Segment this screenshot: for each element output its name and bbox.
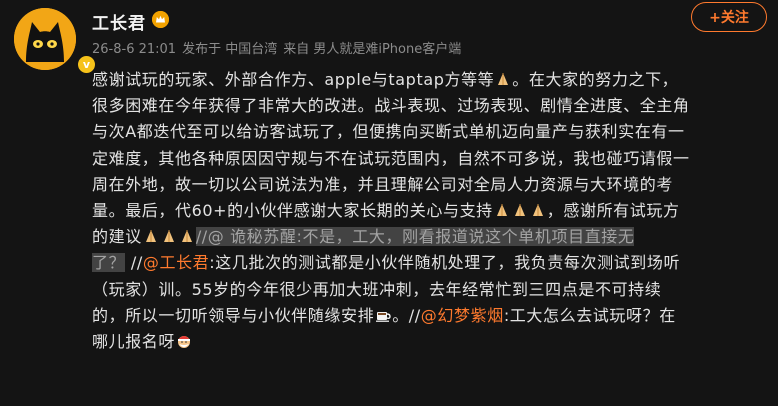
content-text: 的建议 [92, 227, 142, 247]
content-text: :工大怎么去试玩呀？在 [503, 305, 676, 325]
avatar[interactable]: v [14, 8, 97, 75]
post-location: 发布于 中国台湾 [182, 42, 278, 57]
mention-link[interactable]: @幻梦紫烟 [421, 306, 504, 325]
content-line: 哪儿报名呀 [92, 329, 773, 355]
content-text: 很多困难在今年获得了非常大的改进。战斗表现、过场表现、剧情全进度、全主角 [92, 96, 690, 116]
content-text: 哪儿报名呀 [92, 331, 176, 351]
quote-text: 了？ [92, 253, 126, 273]
content-text: // [130, 253, 143, 273]
post-datetime[interactable]: 26-8-6 21:01 [92, 42, 176, 57]
folded-hands-emoji-icon [179, 228, 195, 244]
quote-text: //@ 诡秘苏醒:不是，工大，刚看报道说这个单机项目直接无 [195, 227, 635, 247]
content-text: （玩家）训。55岁的今年很少再加大班冲刺，去年经常忙到三四点是不可持续 [92, 279, 662, 299]
crown-icon [152, 11, 169, 28]
content-text: 感谢试玩的玩家、外部合作方、apple与taptap方等等 [92, 70, 495, 89]
folded-hands-emoji-icon [512, 202, 528, 218]
content-text: 与次A都迭代至可以给访客试玩了，但便携向买断式单机迈向量产与获利实在有一 [92, 122, 685, 142]
folded-hands-emoji-icon [495, 71, 511, 87]
mention-link[interactable]: @工长君 [143, 253, 209, 272]
content-line: 与次A都迭代至可以给访客试玩了，但便携向买断式单机迈向量产与获利实在有一 [92, 119, 773, 145]
folded-hands-emoji-icon [143, 228, 159, 244]
content-text: :这几批次的测试都是小伙伴随机处理了，我负责每次测试到场听 [209, 253, 681, 273]
author-name[interactable]: 工长君 [92, 9, 146, 34]
content-text: 周在外地，故一切以公司说法为准，并且理解公司对全局人力资源与大环境的考 [92, 174, 674, 194]
post-source[interactable]: 来自 男人就是难iPhone客户端 [283, 42, 461, 57]
follow-button[interactable]: +关注 [691, 2, 767, 32]
content-line: 的建议 //@ 诡秘苏醒:不是，工大，刚看报道说这个单机项目直接无 [92, 224, 773, 250]
santa-face-emoji-icon [176, 333, 192, 349]
content-line: （玩家）训。55岁的今年很少再加大班冲刺，去年经常忙到三四点是不可持续 [92, 277, 773, 303]
content-line: 感谢试玩的玩家、外部合作方、apple与taptap方等等 。在大家的努力之下， [92, 67, 773, 93]
folded-hands-emoji-icon [530, 202, 546, 218]
post-meta: 26-8-6 21:01 发布于 中国台湾 来自 男人就是难iPhone客户端 [92, 38, 467, 57]
black-cat-avatar-icon [14, 8, 76, 70]
coffee-emoji-icon [375, 307, 391, 323]
content-text: 。// [392, 305, 421, 325]
content-text: ，感谢所有试玩方 [546, 200, 680, 220]
content-line: 周在外地，故一切以公司说法为准，并且理解公司对全局人力资源与大环境的考 [92, 172, 773, 198]
content-text: 定难度，其他各种原因因守规与不在试玩范围内，自然不可多说，我也碰巧请假一 [92, 148, 690, 168]
content-text: 量。最后，代60+的小伙伴感谢大家长期的关心与支持 [92, 200, 493, 220]
content-line: 了？ //@工长君:这几批次的测试都是小伙伴随机处理了，我负责每次测试到场听 [92, 250, 773, 276]
folded-hands-emoji-icon [161, 228, 177, 244]
content-line: 很多困难在今年获得了非常大的改进。战斗表现、过场表现、剧情全进度、全主角 [92, 93, 773, 119]
post-content: 感谢试玩的玩家、外部合作方、apple与taptap方等等 。在大家的努力之下， … [92, 67, 773, 355]
content-text: 的，所以一切听领导与小伙伴随缘安排 [92, 305, 375, 325]
folded-hands-emoji-icon [494, 202, 510, 218]
content-text: 。在大家的努力之下， [512, 70, 679, 89]
content-line: 的，所以一切听领导与小伙伴随缘安排 。//@幻梦紫烟:工大怎么去试玩呀？在 [92, 303, 773, 329]
content-line: 定难度，其他各种原因因守规与不在试玩范围内，自然不可多说，我也碰巧请假一 [92, 146, 773, 172]
content-line: 量。最后，代60+的小伙伴感谢大家长期的关心与支持 ，感谢所有试玩方 [92, 198, 773, 224]
